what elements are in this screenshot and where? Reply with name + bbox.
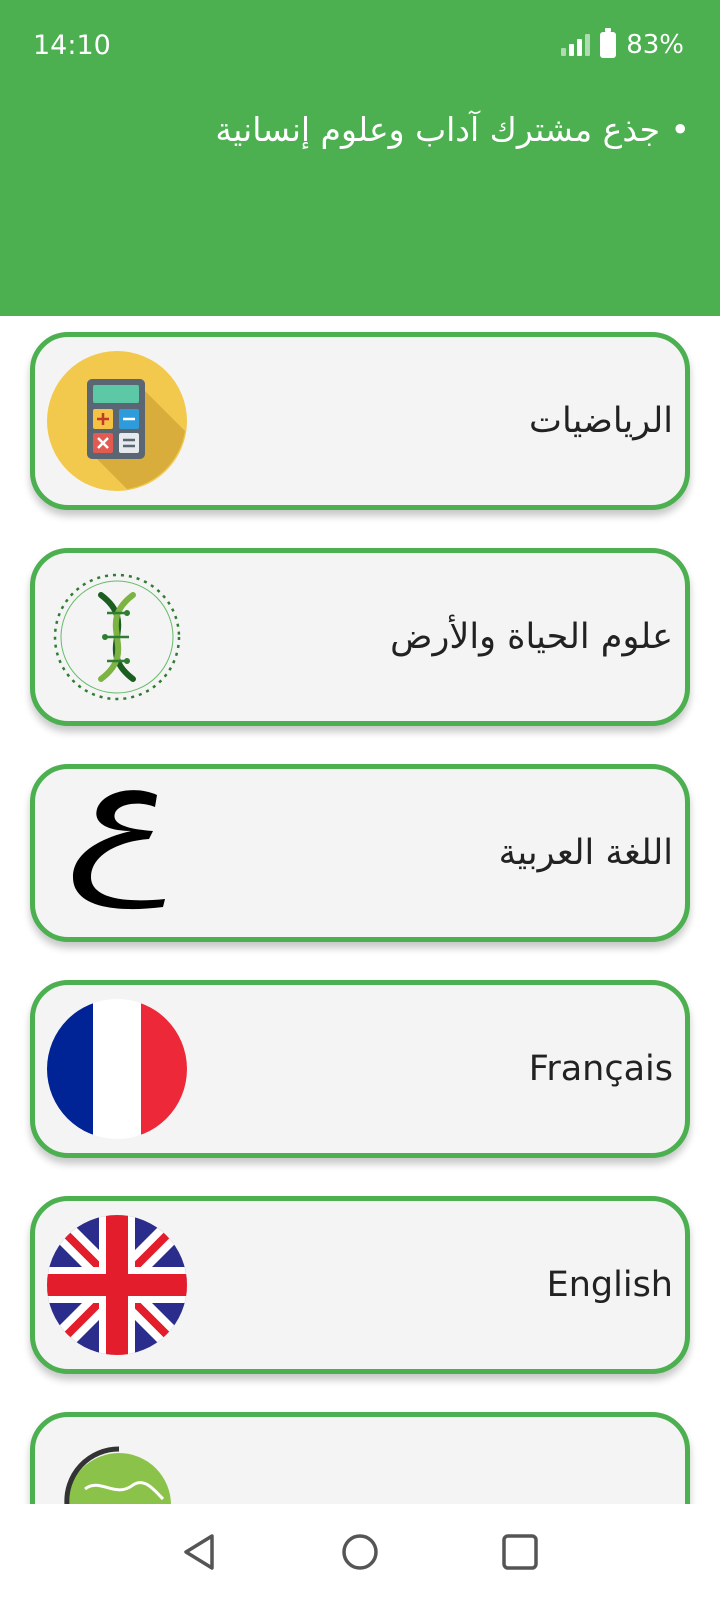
app-header: 14:10 83% • جذع مشترك آداب وعلوم إنسانية <box>0 0 720 316</box>
battery-percentage: 83% <box>626 30 684 60</box>
subject-card-english[interactable]: English <box>30 1196 690 1374</box>
dna-icon <box>45 565 189 709</box>
subject-card-french[interactable]: Français <box>30 980 690 1158</box>
subject-label: الرياضيات <box>529 401 673 441</box>
status-time: 14:10 <box>33 30 111 61</box>
status-indicators: 83% <box>561 28 684 60</box>
home-button[interactable] <box>330 1522 390 1582</box>
subject-card-math[interactable]: الرياضيات <box>30 332 690 510</box>
subject-label: English <box>546 1265 673 1305</box>
battery-icon <box>600 28 617 58</box>
subject-card-geography[interactable] <box>30 1412 690 1504</box>
system-navigation-bar <box>0 1504 720 1600</box>
subject-label: علوم الحياة والأرض <box>390 617 673 657</box>
uk-flag-icon <box>45 1213 189 1357</box>
back-button[interactable] <box>170 1522 230 1582</box>
arabic-letter-ain-icon <box>45 781 189 925</box>
calculator-icon <box>45 349 189 493</box>
home-circle-icon <box>342 1534 378 1570</box>
recents-square-icon <box>502 1534 538 1570</box>
recents-button[interactable] <box>490 1522 550 1582</box>
back-triangle-icon <box>184 1534 214 1570</box>
subject-label: اللغة العربية <box>498 833 673 873</box>
subject-card-arabic[interactable]: اللغة العربية <box>30 764 690 942</box>
france-flag-icon <box>45 997 189 1141</box>
subject-label: Français <box>528 1049 673 1089</box>
page-title: • جذع مشترك آداب وعلوم إنسانية <box>215 110 690 149</box>
signal-icon <box>561 34 591 56</box>
subjects-list[interactable]: الرياضيات علوم الحياة والأرض اللغة العرب… <box>0 316 720 1504</box>
subject-card-svt[interactable]: علوم الحياة والأرض <box>30 548 690 726</box>
globe-icon <box>45 1429 189 1504</box>
